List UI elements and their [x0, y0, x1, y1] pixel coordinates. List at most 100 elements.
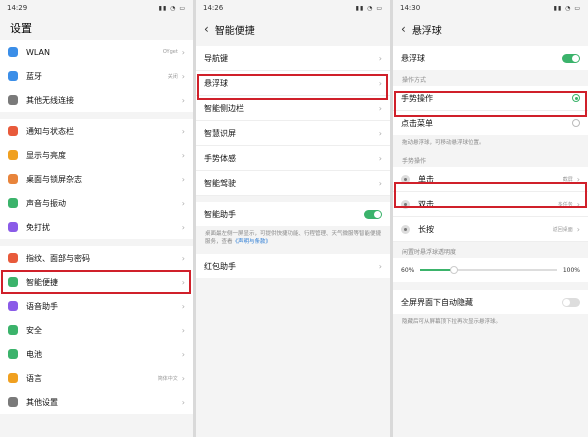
opacity-max-label: 100%: [562, 266, 580, 274]
settings-item[interactable]: WLAN OYget ›: [0, 40, 193, 64]
moon-icon: [8, 222, 18, 232]
settings-item-label: 桌面与锁屏杂志: [26, 174, 82, 184]
settings-item-label: 声音与振动: [26, 198, 66, 208]
chevron-right-icon: ›: [181, 349, 185, 359]
gesture-section: 手势操作: [402, 158, 427, 165]
settings-group: 指纹、面部与密码 › 智能便捷 › 语音助手 › 安全 › 电池 › 语言 简体中文 › 其他设置 ›: [0, 246, 193, 414]
opacity-min-label: 60%: [401, 266, 415, 274]
status-icons: ▮▮ ◔ ▭: [355, 4, 383, 12]
header: ‹ 悬浮球: [393, 16, 588, 42]
settings-item[interactable]: 智能便捷 ›: [0, 270, 193, 294]
assistant-note-text: 桌面最左侧一屏显示，可提供快捷功能、行程管理、天气微服等智能便捷服务，查看: [205, 231, 382, 245]
back-icon[interactable]: ‹: [401, 22, 406, 36]
settings-item-label: 指纹、面部与密码: [26, 253, 90, 263]
smart-item-label: 智慧识屏: [204, 128, 236, 138]
chevron-right-icon: ›: [181, 150, 185, 160]
settings-item[interactable]: 蓝牙 关闭 ›: [0, 64, 193, 88]
ball-toggle[interactable]: [562, 53, 580, 63]
page-title: 悬浮球: [411, 25, 442, 37]
mode-section: 操作方式: [402, 77, 427, 84]
brightness-icon: [8, 150, 18, 160]
settings-item-label: WLAN: [26, 47, 51, 57]
settings-item[interactable]: 指纹、面部与密码 ›: [0, 246, 193, 270]
settings-item-label: 其他无线连接: [26, 95, 74, 105]
opacity-knob[interactable]: [450, 266, 459, 274]
settings-item[interactable]: 免打扰 ›: [0, 215, 193, 239]
settings-group: 通知与状态栏 › 显示与亮度 › 桌面与锁屏杂志 › 声音与振动 › 免打扰 ›: [0, 119, 193, 239]
fullscreen-label: 全屏界面下自动隐藏: [401, 297, 473, 307]
smart-item[interactable]: 智慧识屏 ›: [196, 121, 390, 146]
fullscreen-toggle[interactable]: [562, 297, 580, 307]
status-time: 14:30: [400, 4, 421, 12]
smart-item-label: 导航键: [204, 53, 228, 63]
opacity-fill: [420, 269, 455, 271]
smart-list: 导航键 › 悬浮球 › 智能侧边栏 › 智慧识屏 › 手势体感 › 智能驾驶 ›: [196, 46, 390, 196]
ball-row[interactable]: 悬浮球: [393, 46, 588, 70]
status-icons: ▮▮ ◔ ▭: [158, 4, 186, 12]
opacity-track[interactable]: [420, 266, 557, 274]
settings-item[interactable]: 显示与亮度 ›: [0, 143, 193, 167]
redpack-row[interactable]: 红包助手 ›: [196, 254, 390, 278]
smart-item-label: 智能侧边栏: [204, 103, 244, 113]
settings-item[interactable]: 其他无线连接 ›: [0, 88, 193, 112]
chevron-right-icon: ›: [378, 178, 382, 188]
fullscreen-row[interactable]: 全屏界面下自动隐藏: [393, 290, 588, 314]
status-icons: ▮▮ ◔ ▭: [553, 4, 581, 12]
chevron-right-icon: ›: [181, 47, 185, 57]
assistant-row[interactable]: 智能助手: [196, 202, 390, 226]
settings-item[interactable]: 电池 ›: [0, 342, 193, 366]
settings-item-label: 免打扰: [26, 222, 50, 232]
gesture-item[interactable]: 长按 返回桌面 ›: [393, 217, 588, 242]
opacity-section: 闲置时悬浮球透明度: [402, 249, 457, 256]
status-time: 14:29: [7, 4, 28, 12]
settings-item-value: OYget: [162, 49, 178, 55]
settings-group: WLAN OYget › 蓝牙 关闭 › 其他无线连接 ›: [0, 40, 193, 112]
assistant-toggle[interactable]: [364, 209, 382, 219]
chevron-right-icon: ›: [181, 397, 185, 407]
redpack-label: 红包助手: [204, 261, 236, 271]
chevron-right-icon: ›: [181, 71, 185, 81]
chevron-right-icon: ›: [181, 174, 185, 184]
settings-item[interactable]: 安全 ›: [0, 318, 193, 342]
chevron-right-icon: ›: [378, 103, 382, 113]
settings-item-label: 通知与状态栏: [26, 126, 74, 136]
language-icon: [8, 373, 18, 383]
terms-link[interactable]: 《声明与条款》: [233, 239, 272, 245]
smart-item[interactable]: 导航键 ›: [196, 46, 390, 71]
chevron-right-icon: ›: [378, 153, 382, 163]
assistant-group: 智能助手: [196, 202, 390, 226]
settings-item-label: 安全: [26, 325, 42, 335]
settings-item[interactable]: 其他设置 ›: [0, 390, 193, 414]
back-icon[interactable]: ‹: [204, 22, 209, 36]
bluetooth-icon: [8, 71, 18, 81]
chevron-right-icon: ›: [181, 95, 185, 105]
settings-item[interactable]: 声音与振动 ›: [0, 191, 193, 215]
mic-icon: [8, 301, 18, 311]
settings-list: WLAN OYget › 蓝牙 关闭 › 其他无线连接 › 通知与状态栏 › 显示与亮度 › 桌面与锁屏…: [0, 40, 193, 414]
status-time: 14:26: [203, 4, 224, 12]
chevron-right-icon: ›: [181, 301, 185, 311]
highlight-box: [197, 74, 388, 100]
menu-mode-radio[interactable]: [572, 119, 580, 127]
settings-item-label: 蓝牙: [26, 71, 42, 81]
menu-mode-label: 点击菜单: [401, 118, 433, 128]
status-bar: 14:26 ▮▮ ◔ ▭: [196, 0, 390, 16]
fingerprint-icon: [8, 253, 18, 263]
settings-item-label: 电池: [26, 349, 42, 359]
settings-item[interactable]: 语音助手 ›: [0, 294, 193, 318]
smart-item-label: 智能驾驶: [204, 178, 236, 188]
gesture-item-value: 返回桌面: [552, 226, 573, 233]
status-bar: 14:30 ▮▮ ◔ ▭: [393, 0, 588, 16]
settings-item[interactable]: 通知与状态栏 ›: [0, 119, 193, 143]
chevron-right-icon: ›: [181, 373, 185, 383]
smart-item[interactable]: 手势体感 ›: [196, 146, 390, 171]
status-bar: 14:29 ▮▮ ◔ ▭: [0, 0, 193, 16]
highlight-box: [1, 270, 191, 294]
settings-item[interactable]: 桌面与锁屏杂志 ›: [0, 167, 193, 191]
chevron-right-icon: ›: [181, 325, 185, 335]
settings-item[interactable]: 语言 简体中文 ›: [0, 366, 193, 390]
gesture-dot-icon: [401, 224, 410, 234]
fullscreen-group: 全屏界面下自动隐藏: [393, 290, 588, 314]
smart-item[interactable]: 智能驾驶 ›: [196, 171, 390, 196]
ball-group: 悬浮球: [393, 46, 588, 70]
